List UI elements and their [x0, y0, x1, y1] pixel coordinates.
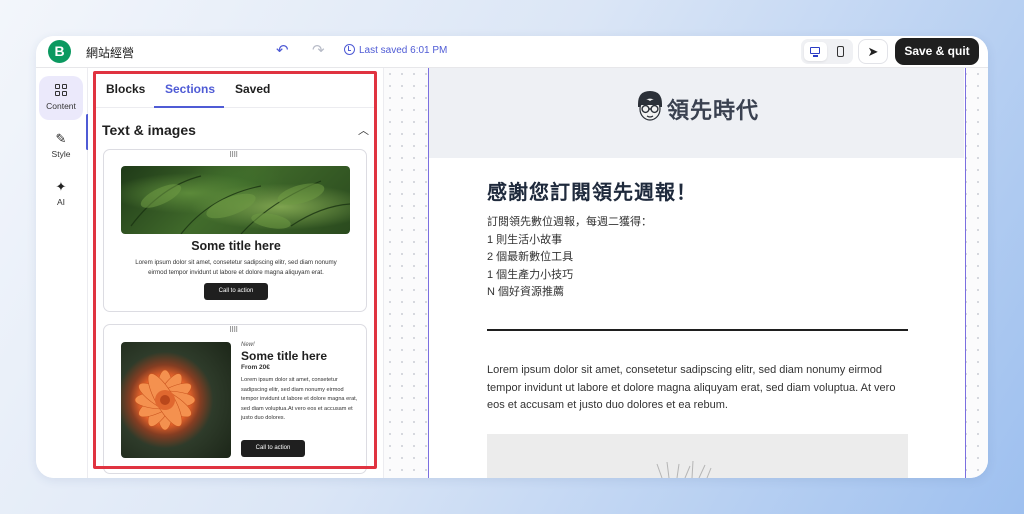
drag-handle-icon[interactable]: ⠿⠿ — [229, 152, 241, 161]
grid-icon — [39, 84, 83, 98]
card-cta-button: Call to action — [204, 283, 268, 300]
section-card-image-left[interactable]: ⠿⠿ New! Some title here From 20€ Lorem i… — [103, 324, 367, 474]
card-cta-button: Call to action — [241, 440, 305, 457]
email-benefits-list[interactable]: 訂閱領先數位週報，每週二獲得： 1 則生活小故事 2 個最新數位工具 1 個生產… — [487, 214, 652, 302]
tab-blocks[interactable]: Blocks — [106, 82, 145, 96]
panel-tabs: Blocks Sections Saved — [94, 68, 374, 108]
section-card-image-top[interactable]: ⠿⠿ Some title here Lorem ipsum dolor sit… — [103, 149, 367, 312]
email-title[interactable]: 感謝您訂閱領先週報！ — [487, 176, 697, 205]
rail-item-style[interactable]: ✎ Style — [39, 124, 83, 168]
rail-item-label: Style — [51, 149, 71, 159]
list-item: 2 個最新數位工具 — [487, 251, 574, 263]
site-name: 網站經營 — [86, 46, 135, 60]
email-header[interactable]: 領先時代 — [429, 68, 964, 158]
editor-window: B 網站經營 ↶ ↷ Last saved 6:01 PM ➤ Save & q… — [36, 36, 988, 478]
email-image-placeholder[interactable] — [487, 434, 908, 478]
card-tag: New! — [241, 342, 255, 348]
mobile-icon[interactable] — [831, 42, 851, 61]
last-saved-text: Last saved 6:01 PM — [359, 45, 448, 56]
chevron-up-icon[interactable]: ︿ — [358, 122, 369, 138]
email-paragraph[interactable]: Lorem ipsum dolor sit amet, consetetur s… — [487, 362, 912, 415]
left-rail: Content ✎ Style ✦ AI — [36, 68, 89, 478]
leaves-image — [121, 166, 350, 234]
list-item: 1 個生產力小技巧 — [487, 268, 574, 281]
card-body-text: Lorem ipsum dolor sit amet, consetetur s… — [241, 377, 358, 422]
top-bar: B 網站經營 ↶ ↷ Last saved 6:01 PM ➤ Save & q… — [36, 36, 988, 68]
desktop-icon[interactable] — [804, 42, 827, 61]
flower-image — [121, 342, 231, 458]
send-test-button[interactable]: ➤ — [858, 39, 888, 64]
rail-item-content[interactable]: Content — [39, 76, 83, 120]
card-price: From 20€ — [241, 364, 270, 371]
list-item: 訂閱領先數位週報，每週二獲得： — [487, 216, 652, 228]
tab-active-underline — [154, 106, 224, 108]
brush-icon: ✎ — [55, 131, 67, 146]
last-saved-status: Last saved 6:01 PM — [344, 44, 447, 56]
app-logo[interactable]: B — [48, 40, 71, 63]
rail-item-label: Content — [46, 101, 76, 111]
brand-name: 領先時代 — [667, 98, 760, 123]
redo-arrow-icon[interactable]: ↷ — [312, 42, 325, 60]
clock-icon — [344, 44, 355, 55]
rail-item-ai[interactable]: ✦ AI — [39, 172, 83, 216]
save-quit-button[interactable]: Save & quit — [895, 38, 979, 65]
tab-saved[interactable]: Saved — [235, 82, 270, 96]
magic-wand-icon: ✦ — [55, 179, 67, 194]
email-canvas[interactable]: 領先時代 感謝您訂閱領先週報！ 訂閱領先數位週報，每週二獲得： 1 則生活小故事… — [384, 68, 988, 478]
rail-item-label: AI — [56, 197, 66, 207]
send-icon: ➤ — [867, 44, 879, 59]
divider[interactable] — [487, 329, 908, 331]
sections-panel: Blocks Sections Saved Text & images ︿ ⠿⠿ — [88, 68, 384, 478]
list-item: 1 則生活小故事 — [487, 233, 563, 246]
list-item: N 個好資源推薦 — [487, 286, 564, 298]
undo-arrow-icon[interactable]: ↶ — [276, 42, 289, 60]
card-title: Some title here — [191, 239, 281, 253]
drag-handle-icon[interactable]: ⠿⠿ — [229, 327, 241, 336]
email-preview[interactable]: 領先時代 感謝您訂閱領先週報！ 訂閱領先數位週報，每週二獲得： 1 則生活小故事… — [428, 68, 966, 478]
card-body-text: Lorem ipsum dolor sit amet, consetetur s… — [135, 259, 337, 276]
tab-sections[interactable]: Sections — [165, 82, 215, 96]
avatar-face-icon — [633, 88, 667, 122]
card-title: Some title here — [241, 349, 328, 363]
device-toggle — [801, 39, 853, 64]
section-title: Text & images — [102, 122, 196, 138]
